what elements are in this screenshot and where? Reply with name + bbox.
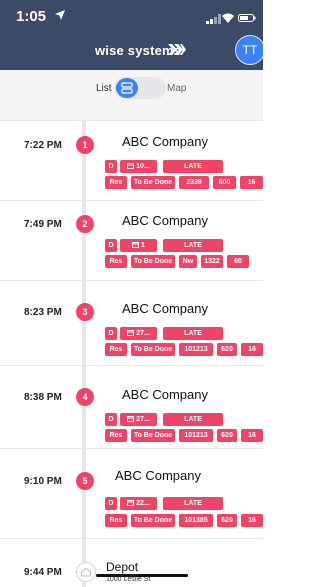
stop-time: 9:10 PM: [24, 476, 62, 487]
item-count-text: 27...: [136, 416, 150, 423]
extra-chip: 16: [241, 343, 263, 356]
stop-number-badge: 5: [76, 472, 94, 490]
type-chip: D: [105, 239, 117, 252]
item-count-chip: 27...: [120, 327, 157, 340]
app-header: 1:05 wise systems TT: [0, 0, 263, 70]
stop-time: 8:38 PM: [24, 392, 62, 403]
item-count-chip: 22...: [120, 497, 157, 510]
stop-time: 7:22 PM: [24, 140, 62, 151]
res-chip: Res: [105, 255, 127, 268]
status-bar: 1:05: [0, 0, 263, 36]
stop-divider: [0, 200, 263, 201]
list-map-toggle[interactable]: [114, 77, 166, 99]
package-icon: [127, 500, 135, 506]
stop-number-badge: 3: [76, 303, 94, 321]
code-chip: 600: [213, 176, 236, 189]
item-count-chip: 27...: [120, 413, 157, 426]
item-count-text: 1: [141, 242, 145, 249]
id-chip: 101213: [179, 343, 213, 356]
extra-chip: 16: [241, 514, 263, 527]
stop-company-name: ABC Company: [122, 301, 208, 316]
status-time: 1:05: [16, 8, 47, 25]
package-icon: [127, 330, 135, 336]
code-chip: 1322: [201, 255, 223, 268]
res-chip: Res: [105, 514, 127, 527]
toggle-knob[interactable]: [116, 78, 138, 98]
status-chip: To Be Done: [131, 514, 175, 527]
stop-company-name: ABC Company: [122, 213, 208, 228]
depot-home-icon: [76, 562, 96, 582]
type-chip: D: [105, 413, 117, 426]
stop-number-badge: 1: [76, 136, 94, 154]
stop-company-name: ABC Company: [115, 468, 201, 483]
signal-icon: [206, 14, 221, 24]
status-chip: To Be Done: [131, 176, 175, 189]
res-chip: Res: [105, 176, 127, 189]
item-count-text: 22...: [136, 500, 150, 507]
code-chip: 620: [217, 343, 237, 356]
late-chip: LATE: [163, 497, 223, 510]
item-count-chip: 10...: [120, 160, 157, 173]
depot-name: Depot: [106, 560, 139, 574]
stop-time: 7:49 PM: [24, 219, 62, 230]
id-chip: Nw: [179, 255, 197, 268]
extra-chip: 16: [240, 176, 263, 189]
map-view-label[interactable]: Map: [167, 83, 186, 94]
timeline-line: [82, 120, 86, 587]
list-view-label[interactable]: List: [96, 83, 112, 94]
stop-company-name: ABC Company: [122, 134, 208, 149]
wifi-icon: [222, 13, 234, 23]
battery-icon: [238, 14, 256, 22]
id-chip: 101385: [179, 514, 213, 527]
status-chip: To Be Done: [131, 255, 175, 268]
stop-divider: [0, 448, 263, 449]
status-chip: To Be Done: [131, 429, 175, 442]
type-chip: D: [105, 327, 117, 340]
id-chip: 101213: [179, 429, 213, 442]
type-chip: D: [105, 497, 117, 510]
res-chip: Res: [105, 429, 127, 442]
id-chip: 2339: [179, 176, 209, 189]
user-avatar[interactable]: TT: [235, 35, 263, 65]
extra-chip: 60: [227, 255, 249, 268]
stop-company-name: ABC Company: [122, 387, 208, 402]
late-chip: LATE: [163, 327, 223, 340]
item-count-chip: 1: [120, 239, 157, 252]
item-count-text: 10...: [136, 163, 150, 170]
app-screen: 1:05 wise systems TT List Map 7:22 PM 1 …: [0, 0, 263, 587]
late-chip: LATE: [163, 160, 223, 173]
stop-divider: [0, 365, 263, 366]
package-icon: [127, 163, 135, 169]
extra-chip: 16: [241, 429, 263, 442]
route-timeline: 7:22 PM 1 ABC Company D 10... LATE Res T…: [0, 120, 263, 587]
item-count-text: 27...: [136, 330, 150, 337]
depot-address: 1000 Leslie St: [106, 576, 151, 583]
brand-chevrons-icon: [168, 44, 186, 55]
location-arrow-icon: [55, 10, 65, 20]
code-chip: 620: [217, 514, 237, 527]
code-chip: 620: [217, 429, 237, 442]
home-indicator: [96, 574, 188, 577]
status-chip: To Be Done: [131, 343, 175, 356]
stop-number-badge: 2: [76, 215, 94, 233]
stop-time: 8:23 PM: [24, 307, 62, 318]
depot-time: 9:44 PM: [24, 567, 62, 578]
stop-divider: [0, 538, 263, 539]
package-icon: [132, 242, 140, 248]
stop-divider: [0, 280, 263, 281]
package-icon: [127, 416, 135, 422]
late-chip: LATE: [163, 413, 223, 426]
type-chip: D: [105, 160, 117, 173]
list-icon: [121, 82, 133, 94]
res-chip: Res: [105, 343, 127, 356]
late-chip: LATE: [163, 239, 223, 252]
stop-number-badge: 4: [76, 388, 94, 406]
view-toggle-bar: List Map: [0, 70, 263, 121]
